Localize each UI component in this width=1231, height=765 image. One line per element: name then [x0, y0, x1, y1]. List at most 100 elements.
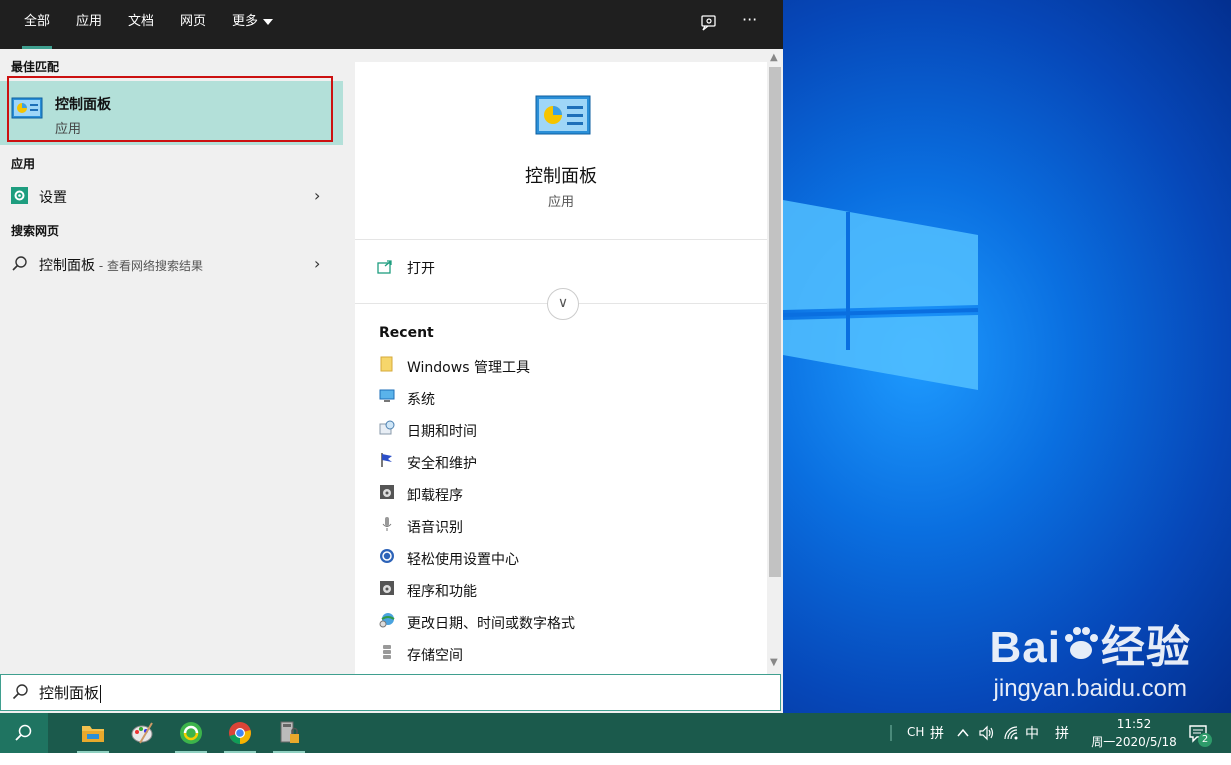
search-icon [15, 724, 32, 741]
recent-item-label: 安全和维护 [407, 456, 477, 472]
microphone-icon [382, 517, 392, 531]
tab-documents[interactable]: 文档 [128, 0, 154, 49]
chrome-icon [229, 722, 251, 744]
recent-item[interactable]: 系统 [379, 384, 759, 414]
file-explorer-icon [82, 726, 104, 742]
ime-mode-indicator[interactable]: 中 [1025, 723, 1039, 763]
recent-item[interactable]: Windows 管理工具 [379, 352, 759, 382]
caret-down-icon [263, 18, 274, 25]
taskbar-search-button[interactable] [0, 713, 48, 753]
recent-item-label: 轻松使用设置中心 [407, 552, 519, 568]
tab-apps[interactable]: 应用 [76, 0, 102, 49]
taskbar-security-app[interactable] [265, 713, 313, 753]
divider [355, 239, 767, 240]
tray-divider [890, 725, 892, 741]
scroll-up-icon[interactable]: ▲ [770, 52, 778, 63]
apps-heading: 应用 [11, 157, 36, 171]
recent-item-label: Windows 管理工具 [407, 360, 530, 376]
detail-pane: 控制面板 应用 打开 ∨ Recent Windows 管理工具 系统 日期和时… [355, 62, 767, 674]
globe-clock-icon [379, 613, 395, 628]
results-list: 最佳匹配 控制面板 应用 应用 设置 › 搜索网页 控制面板 - 查看网络搜索结… [0, 49, 343, 674]
web-heading: 搜索网页 [11, 224, 60, 238]
security-app-icon [280, 721, 299, 743]
recent-item-label: 系统 [407, 392, 435, 408]
recent-item-label: 卸载程序 [407, 488, 463, 504]
taskbar-file-explorer[interactable] [69, 713, 117, 753]
storage-icon [383, 645, 391, 659]
open-icon [377, 260, 392, 274]
ime-language-indicator[interactable]: CH [907, 725, 924, 765]
recent-item-label: 存储空间 [407, 648, 463, 664]
result-web-search[interactable]: 控制面板 - 查看网络搜索结果 › [0, 248, 343, 280]
watermark-brand-right: 经验 [1101, 623, 1191, 672]
baidu-watermark: Bai 经验 jingyan.baidu.com [990, 611, 1191, 703]
recent-item[interactable]: 语音识别 [379, 512, 759, 542]
scroll-down-icon[interactable]: ▼ [770, 657, 778, 668]
volume-icon[interactable] [978, 725, 996, 741]
clock-date: 周一2020/5/18 [1091, 735, 1177, 749]
web-result-suffix: - 查看网络搜索结果 [95, 259, 203, 273]
baidu-paw-icon [1065, 627, 1098, 659]
search-box[interactable]: 控制面板 [0, 674, 781, 711]
search-input-value: 控制面板 [39, 684, 100, 702]
tab-more[interactable]: 更多 [232, 0, 274, 49]
recent-item-label: 日期和时间 [407, 424, 477, 440]
text-cursor [100, 684, 102, 703]
recent-item[interactable]: 卸载程序 [379, 480, 759, 510]
search-icon [12, 256, 27, 271]
result-settings[interactable]: 设置 › [0, 180, 343, 212]
taskbar: CH 拼 中 拼 11:52 周一2020/5/18 2 [0, 713, 1231, 753]
browser-360-icon [180, 722, 202, 744]
search-filter-bar: 全部 应用 文档 网页 更多 ··· [0, 0, 783, 49]
tab-web[interactable]: 网页 [180, 0, 206, 49]
paint-icon [131, 722, 153, 744]
taskbar-paint[interactable] [118, 713, 166, 753]
result-settings-label: 设置 [39, 190, 67, 206]
expand-chevron-icon[interactable]: ∨ [547, 288, 579, 320]
settings-gear-icon [11, 187, 28, 204]
windows-logo-wallpaper [783, 200, 979, 390]
recent-item-label: 语音识别 [407, 520, 463, 536]
chevron-right-icon[interactable]: › [314, 254, 320, 273]
recent-item-label: 更改日期、时间或数字格式 [407, 616, 575, 632]
ime-grid-icon[interactable]: 拼 [930, 723, 944, 763]
notification-count-badge: 2 [1198, 733, 1212, 747]
control-panel-icon [535, 95, 591, 135]
ease-of-access-icon [380, 549, 394, 563]
tab-more-label: 更多 [232, 14, 259, 29]
search-panel: 全部 应用 文档 网页 更多 ··· 最佳匹配 控制面板 应用 应用 设置 › … [0, 0, 783, 713]
chevron-up-icon[interactable] [956, 727, 970, 739]
ime-grid-icon[interactable]: 拼 [1055, 723, 1069, 763]
scrollbar-thumb[interactable] [769, 67, 781, 577]
recent-item[interactable]: 存储空间 [379, 640, 759, 670]
recent-item[interactable]: 日期和时间 [379, 416, 759, 446]
recent-heading: Recent [379, 325, 434, 341]
chevron-right-icon[interactable]: › [314, 186, 320, 205]
detail-subtitle: 应用 [547, 195, 574, 210]
recent-item[interactable]: 安全和维护 [379, 448, 759, 478]
desktop-wallpaper: Bai 经验 jingyan.baidu.com [783, 0, 1231, 713]
tab-all[interactable]: 全部 [21, 0, 53, 49]
open-label: 打开 [407, 261, 435, 277]
more-options-icon[interactable]: ··· [742, 10, 757, 29]
feedback-icon[interactable] [700, 14, 718, 32]
flag-icon [381, 453, 392, 467]
detail-scrollbar[interactable]: ▲ ▼ [767, 49, 783, 674]
recent-item[interactable]: 程序和功能 [379, 576, 759, 606]
search-input[interactable]: 控制面板 [39, 682, 639, 703]
taskbar-chrome[interactable] [216, 713, 264, 753]
monitor-icon [379, 389, 395, 402]
watermark-url: jingyan.baidu.com [993, 675, 1187, 702]
programs-icon [380, 581, 394, 595]
recent-item[interactable]: 更改日期、时间或数字格式 [379, 608, 759, 638]
programs-icon [380, 485, 394, 499]
system-clock[interactable]: 11:52 周一2020/5/18 [1086, 715, 1182, 751]
wifi-icon[interactable] [1003, 725, 1021, 741]
web-result-label: 控制面板 [39, 258, 95, 274]
taskbar-360-browser[interactable] [167, 713, 215, 753]
clock-time: 11:52 [1116, 717, 1152, 731]
recent-item[interactable]: 轻松使用设置中心 [379, 544, 759, 574]
detail-title: 控制面板 [525, 166, 597, 187]
recent-item-label: 程序和功能 [407, 584, 477, 600]
search-icon [12, 684, 28, 700]
